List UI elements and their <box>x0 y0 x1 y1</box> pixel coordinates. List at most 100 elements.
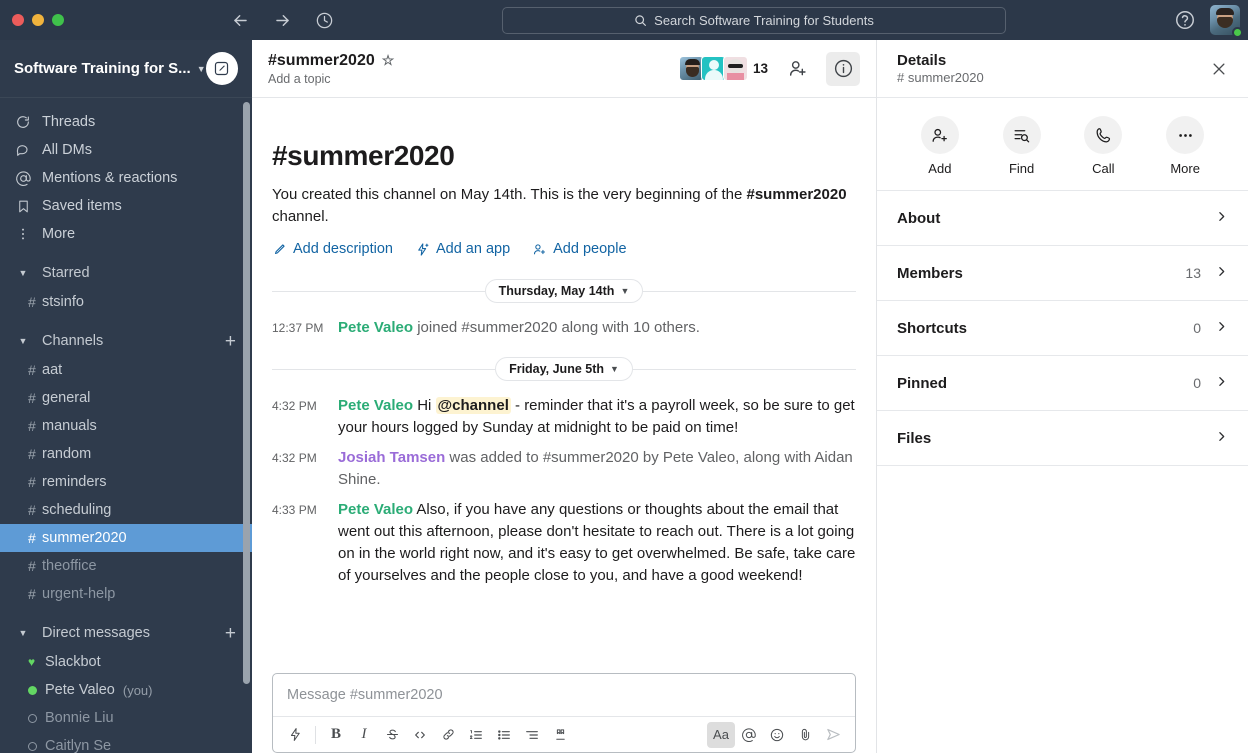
channel-details-button[interactable] <box>826 51 860 86</box>
clock-icon[interactable] <box>314 10 334 30</box>
hash-icon: # <box>28 586 36 602</box>
close-window-button[interactable] <box>12 14 24 26</box>
sidebar-item-random[interactable]: # random <box>0 440 252 468</box>
sidebar-item-reminders[interactable]: # reminders <box>0 468 252 496</box>
date-divider-button[interactable]: Friday, June 5th ▼ <box>495 357 633 382</box>
message-author[interactable]: Pete Valeo <box>338 319 413 336</box>
sidebar-item-threads[interactable]: Threads <box>0 108 252 136</box>
message-author[interactable]: Pete Valeo <box>338 397 413 414</box>
sidebar-item-scheduling[interactable]: # scheduling <box>0 496 252 524</box>
sidebar-item-summer2020[interactable]: # summer2020 <box>0 524 252 552</box>
emoji-icon[interactable] <box>763 722 791 748</box>
channel-label: random <box>42 446 92 462</box>
details-call-button[interactable]: Call <box>1084 116 1123 176</box>
code-block-icon[interactable] <box>546 722 574 748</box>
attachment-icon[interactable] <box>791 722 819 748</box>
sidebar-scrollbar[interactable] <box>243 102 250 702</box>
mention-at-icon[interactable] <box>735 722 763 748</box>
sidebar-item-more[interactable]: More <box>0 220 252 248</box>
sidebar-item-theoffice[interactable]: # theoffice <box>0 552 252 580</box>
formatting-aa-icon[interactable]: Aa <box>707 721 735 748</box>
star-outline-icon[interactable]: ☆ <box>382 52 395 69</box>
hash-icon: # <box>28 294 36 310</box>
divider-line <box>272 368 496 370</box>
workspace-header: Software Training for S... ▼ <box>0 40 252 98</box>
message-author[interactable]: Pete Valeo <box>338 501 413 518</box>
bulleted-list-icon[interactable] <box>490 722 518 748</box>
strikethrough-icon[interactable] <box>378 722 406 748</box>
sidebar-section-starred[interactable]: ▼ Starred <box>0 258 252 288</box>
blockquote-icon[interactable] <box>518 722 546 748</box>
message-composer-area: Message #summer2020 B I Aa <box>252 665 876 753</box>
find-search-icon <box>1002 116 1041 154</box>
send-icon[interactable] <box>819 722 847 748</box>
channel-mention[interactable]: @channel <box>435 397 511 415</box>
member-avatars[interactable]: 13 <box>678 56 768 81</box>
sidebar-item-slackbot[interactable]: ♥ Slackbot <box>0 648 252 676</box>
sidebar-item-all-dms[interactable]: All DMs <box>0 136 252 164</box>
message-row[interactable]: 12:37 PM Pete Valeo joined #summer2020 a… <box>272 303 856 339</box>
new-dm-button[interactable]: + <box>225 624 236 643</box>
sidebar-item-pete-valeo[interactable]: Pete Valeo (you) <box>0 676 252 704</box>
sidebar-section-direct-messages[interactable]: ▼ Direct messages + <box>0 618 252 648</box>
details-row-files[interactable]: Files <box>877 411 1248 466</box>
ordered-list-icon[interactable] <box>462 722 490 748</box>
hash-icon: # <box>28 390 36 406</box>
message-body: Pete Valeo Also, if you have any questio… <box>338 499 856 587</box>
message-row[interactable]: 4:32 PM Josiah Tamsen was added to #summ… <box>272 439 856 491</box>
sidebar-item-caitlyn-se[interactable]: Caitlyn Se <box>0 732 252 753</box>
details-find-button[interactable]: Find <box>1002 116 1041 176</box>
chevron-right-icon <box>1215 320 1228 336</box>
avatar[interactable] <box>1210 5 1243 38</box>
add-people-link[interactable]: Add people <box>532 241 627 257</box>
compose-message-button[interactable] <box>205 52 238 85</box>
sidebar-item-manuals[interactable]: # manuals <box>0 412 252 440</box>
add-topic-button[interactable]: Add a topic <box>268 72 679 86</box>
sidebar-item-aat[interactable]: # aat <box>0 356 252 384</box>
add-description-button[interactable]: Add description <box>272 241 393 257</box>
date-divider-button[interactable]: Thursday, May 14th ▼ <box>484 279 644 304</box>
channel-name-button[interactable]: #summer2020 ☆ <box>268 52 679 70</box>
details-row-about[interactable]: About <box>877 191 1248 246</box>
person-plus-icon <box>789 61 806 76</box>
toolbar-divider <box>315 725 316 744</box>
add-people-button[interactable] <box>780 52 814 86</box>
message-row[interactable]: 4:32 PM Pete Valeo Hi @channel - reminde… <box>272 381 856 439</box>
arrow-left-icon[interactable] <box>230 10 250 30</box>
sidebar-item-mentions[interactable]: Mentions & reactions <box>0 164 252 192</box>
workspace-switcher[interactable]: Software Training for S... ▼ <box>14 60 206 77</box>
row-label: Files <box>897 429 932 447</box>
code-icon[interactable] <box>406 722 434 748</box>
minimize-window-button[interactable] <box>32 14 44 26</box>
sidebar-item-saved-items[interactable]: Saved items <box>0 192 252 220</box>
details-add-button[interactable]: Add <box>920 116 959 176</box>
details-row-members[interactable]: Members 13 <box>877 246 1248 301</box>
sidebar-item-stsinfo[interactable]: # stsinfo <box>0 288 252 316</box>
search-input[interactable]: Search Software Training for Students <box>502 6 1006 34</box>
sidebar-item-urgent-help[interactable]: # urgent-help <box>0 580 252 608</box>
details-more-button[interactable]: More <box>1166 116 1205 176</box>
shortcuts-lightning-icon[interactable] <box>281 722 309 748</box>
sidebar-section-channels[interactable]: ▼ Channels + <box>0 326 252 356</box>
arrow-right-icon[interactable] <box>272 10 292 30</box>
add-channel-button[interactable]: + <box>225 332 236 351</box>
message-input[interactable]: Message #summer2020 <box>273 674 855 716</box>
bold-icon[interactable]: B <box>322 722 350 748</box>
help-circle-icon[interactable] <box>1174 9 1196 31</box>
message-row[interactable]: 4:33 PM Pete Valeo Also, if you have any… <box>272 491 856 587</box>
details-row-shortcuts[interactable]: Shortcuts 0 <box>877 301 1248 356</box>
threads-icon <box>14 114 32 130</box>
sidebar-item-bonnie-liu[interactable]: Bonnie Liu <box>0 704 252 732</box>
hash-icon: # <box>28 530 36 546</box>
sidebar-item-general[interactable]: # general <box>0 384 252 412</box>
sidebar-scrollbar-thumb[interactable] <box>243 102 250 684</box>
message-list: #summer2020 You created this channel on … <box>252 98 876 665</box>
hash-icon: # <box>28 446 36 462</box>
add-an-app-button[interactable]: Add an app <box>415 241 510 257</box>
maximize-window-button[interactable] <box>52 14 64 26</box>
link-icon[interactable] <box>434 722 462 748</box>
details-row-pinned[interactable]: Pinned 0 <box>877 356 1248 411</box>
message-author[interactable]: Josiah Tamsen <box>338 449 445 466</box>
italic-icon[interactable]: I <box>350 722 378 748</box>
close-icon[interactable] <box>1206 56 1232 82</box>
